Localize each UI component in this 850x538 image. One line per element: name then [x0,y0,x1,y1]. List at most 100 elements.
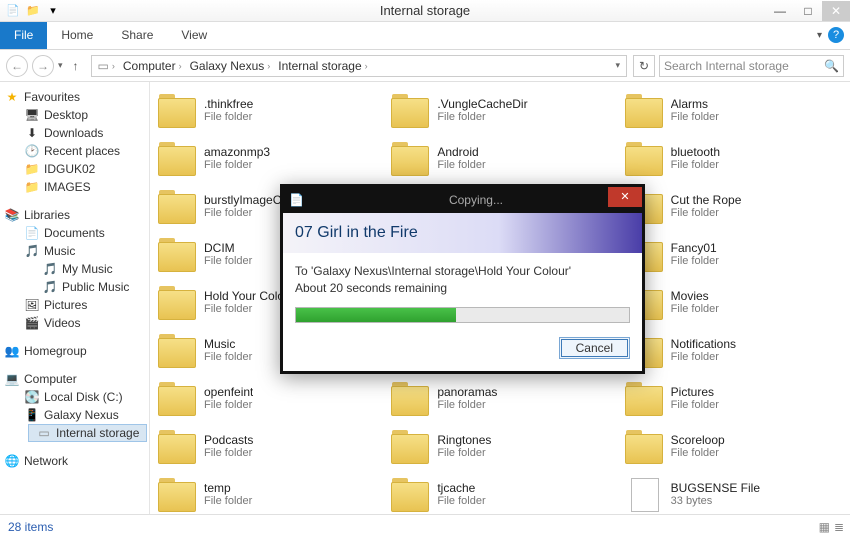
tree-item[interactable]: 📁IMAGES [16,178,147,196]
dialog-close-button[interactable]: ✕ [608,187,642,207]
folder-type: File folder [671,159,720,171]
breadcrumb[interactable]: Computer › [119,59,186,73]
folder-type: File folder [671,399,719,411]
cancel-button[interactable]: Cancel [559,337,630,359]
search-input[interactable]: Search Internal storage 🔍 [659,55,844,77]
qat-properties-icon[interactable]: 📄 [4,3,22,19]
ribbon-collapse-icon[interactable]: ▾ [817,30,822,41]
ribbon: File Home Share View ▾ ? [0,22,850,50]
tree-item-icon: 📄 [24,226,40,240]
folder-name: Podcasts [204,433,253,447]
folder-type: File folder [204,495,252,507]
storage-icon: ▭ [36,426,52,440]
address-bar[interactable]: ▭› Computer › Galaxy Nexus › Internal st… [91,55,627,77]
folder-item[interactable]: amazonmp3 File folder [154,138,379,178]
forward-button[interactable]: → [32,55,54,77]
minimize-button[interactable]: — [766,1,794,21]
device-icon: ▭ [98,59,109,73]
tree-item-icon: 🖥 [24,108,40,122]
file-name: BUGSENSE File [671,481,760,495]
tree-item-icon: 📁 [24,162,40,176]
tree-item[interactable]: ⬇Downloads [16,124,147,142]
folder-item[interactable]: Podcasts File folder [154,426,379,466]
folder-type: File folder [437,399,497,411]
folder-item[interactable]: Ringtones File folder [387,426,612,466]
tab-share[interactable]: Share [107,22,167,49]
folder-type: File folder [437,447,491,459]
tree-item[interactable]: 🖼Pictures [16,296,147,314]
tree-computer[interactable]: 💻Computer [2,370,147,388]
folder-item[interactable]: Notifications File folder [621,330,846,370]
breadcrumb[interactable]: Internal storage › [274,59,371,73]
tree-homegroup[interactable]: 👥Homegroup [2,342,147,360]
search-placeholder: Search Internal storage [664,59,789,73]
folder-icon [389,92,431,128]
status-bar: 28 items ▦ ≣ [0,514,850,538]
tree-network[interactable]: 🌐Network [2,452,147,470]
folder-icon [156,332,198,368]
network-icon: 🌐 [4,454,20,468]
folder-item[interactable]: bluetooth File folder [621,138,846,178]
breadcrumb[interactable]: Galaxy Nexus › [186,59,275,73]
tree-item[interactable]: 🎵Public Music [16,278,147,296]
chevron-right-icon[interactable]: › [112,61,115,71]
folder-item[interactable]: Movies File folder [621,282,846,322]
navbar: ← → ▾ ↑ ▭› Computer › Galaxy Nexus › Int… [0,50,850,82]
folder-item[interactable]: .thinkfree File folder [154,90,379,130]
tree-item[interactable]: 📁IDGUK02 [16,160,147,178]
nav-tree[interactable]: ★Favourites 🖥Desktop⬇Downloads🕑Recent pl… [0,82,150,514]
tree-favourites[interactable]: ★Favourites [2,88,147,106]
tree-item[interactable]: 📄Documents [16,224,147,242]
history-dropdown-icon[interactable]: ▾ [58,60,63,71]
dialog-titlebar[interactable]: 📄 Copying... ✕ [283,187,642,213]
tree-item[interactable]: 🎵My Music [16,260,147,278]
back-button[interactable]: ← [6,55,28,77]
folder-icon [156,140,198,176]
tree-item[interactable]: 🕑Recent places [16,142,147,160]
folder-item[interactable]: .VungleCacheDir File folder [387,90,612,130]
view-details-icon[interactable]: ▦ [819,520,830,534]
file-size: 33 bytes [671,495,760,507]
tree-item-selected[interactable]: ▭Internal storage [28,424,147,442]
folder-item[interactable]: Alarms File folder [621,90,846,130]
up-button[interactable]: ↑ [67,59,85,73]
refresh-button[interactable]: ↻ [633,55,655,77]
tree-libraries[interactable]: 📚Libraries [2,206,147,224]
folder-name: Ringtones [437,433,491,447]
tree-item[interactable]: 🎵Music [16,242,147,260]
qat-newfolder-icon[interactable]: 📁 [24,3,42,19]
tree-item[interactable]: 🎬Videos [16,314,147,332]
tab-file[interactable]: File [0,22,47,49]
folder-item[interactable]: Cut the Rope File folder [621,186,846,226]
close-button[interactable]: ✕ [822,1,850,21]
folder-item[interactable]: Android File folder [387,138,612,178]
folder-item[interactable]: Scoreloop File folder [621,426,846,466]
address-dropdown-icon[interactable]: ▾ [611,60,624,71]
tree-item-icon: 📁 [24,180,40,194]
help-icon[interactable]: ? [828,27,844,43]
folder-icon [623,140,665,176]
tree-item[interactable]: 💽Local Disk (C:) [16,388,147,406]
dialog-icon: 📄 [289,193,304,207]
computer-icon: 💻 [4,372,20,386]
folder-item[interactable]: tjcache File folder [387,474,612,514]
folder-type: File folder [204,303,284,315]
quick-access-toolbar: 📄 📁 ▾ [0,3,62,19]
folder-item[interactable]: Fancy01 File folder [621,234,846,274]
folder-item[interactable]: Pictures File folder [621,378,846,418]
file-item[interactable]: BUGSENSE File 33 bytes [621,474,846,514]
window-controls: — □ ✕ [766,1,850,21]
folder-item[interactable]: panoramas File folder [387,378,612,418]
tree-item-icon: 💽 [24,390,40,404]
tree-item[interactable]: 🖥Desktop [16,106,147,124]
copy-destination: To 'Galaxy Nexus\Internal storage\Hold Y… [295,263,630,280]
folder-item[interactable]: temp File folder [154,474,379,514]
folder-name: Pictures [671,385,719,399]
view-large-icon[interactable]: ≣ [834,520,844,534]
tab-view[interactable]: View [167,22,221,49]
tab-home[interactable]: Home [47,22,107,49]
folder-item[interactable]: openfeint File folder [154,378,379,418]
maximize-button[interactable]: □ [794,1,822,21]
qat-dropdown-icon[interactable]: ▾ [44,3,62,19]
tree-item[interactable]: 📱Galaxy Nexus [16,406,147,424]
